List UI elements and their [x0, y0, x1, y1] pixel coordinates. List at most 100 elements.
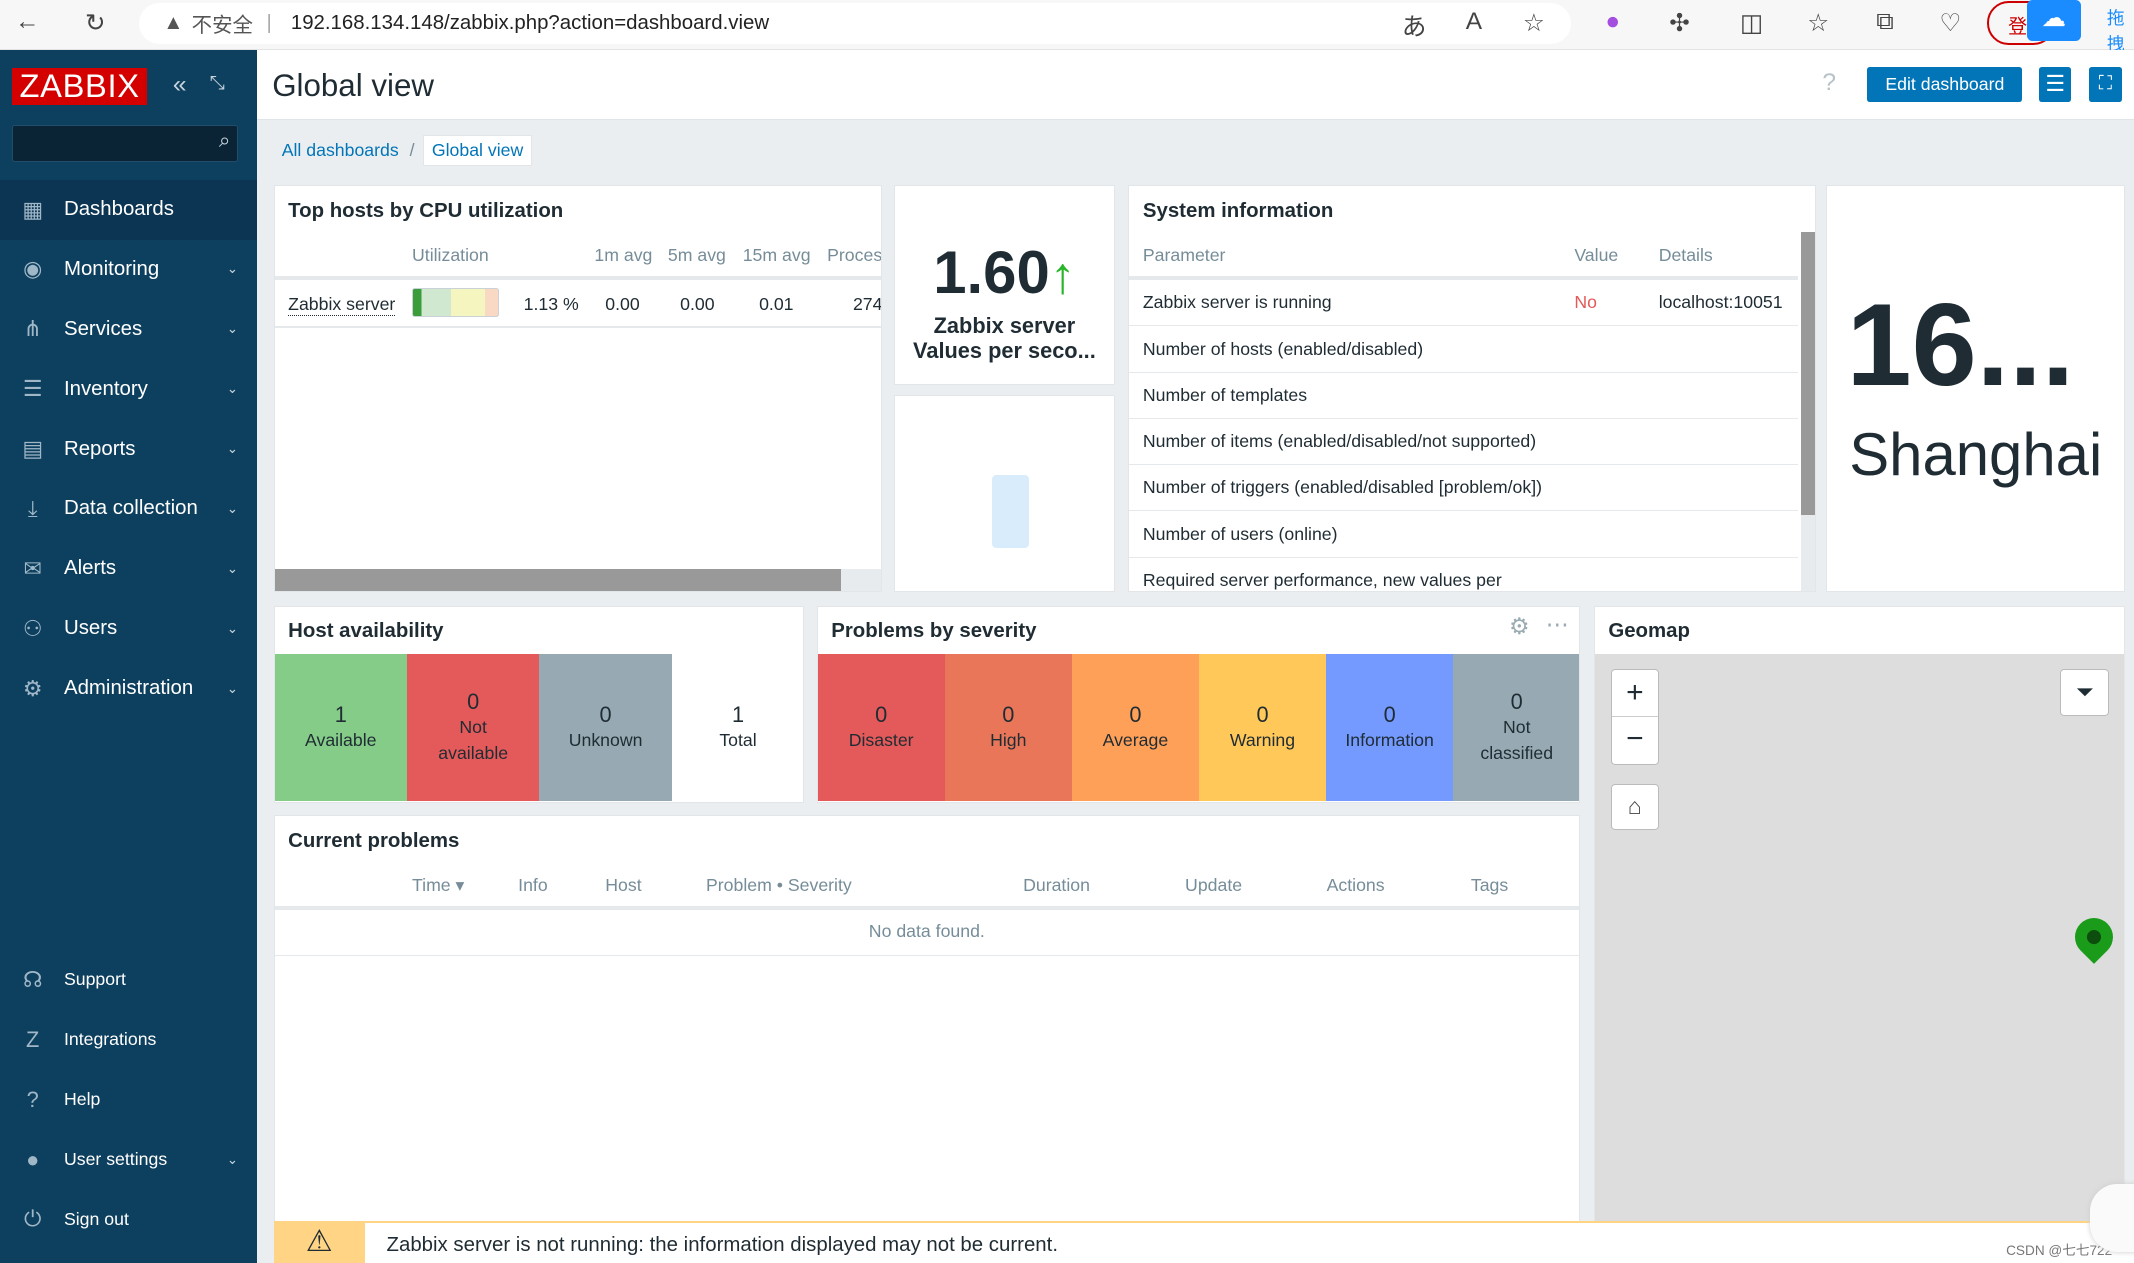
- label: Warning: [1229, 729, 1296, 750]
- home-icon[interactable]: ⌂: [1611, 783, 1659, 830]
- horizontal-scrollbar[interactable]: [274, 568, 881, 592]
- column-header: Update: [1185, 874, 1243, 895]
- extensions-icon[interactable]: ✣: [1663, 8, 1696, 38]
- map-canvas[interactable]: [1594, 654, 2124, 1263]
- nav-label: Monitoring: [63, 257, 160, 280]
- gear-icon[interactable]: ⚙: [1509, 613, 1530, 640]
- severity-cell[interactable]: 0 Disaster: [817, 654, 945, 802]
- search-icon[interactable]: ⌕: [219, 130, 230, 153]
- sidebar-item-integrations[interactable]: Z Integrations: [0, 1010, 257, 1070]
- read-aloud-icon[interactable]: A: [1458, 8, 1491, 36]
- label: High: [990, 729, 1027, 750]
- zoom-controls: + −: [1611, 669, 1659, 765]
- collections-icon[interactable]: ⧉: [1869, 8, 1902, 36]
- severity-cell[interactable]: 0 Not available: [406, 654, 540, 802]
- translate-icon[interactable]: あ: [1398, 8, 1431, 43]
- sidebar-item-dashboards[interactable]: ▦ Dashboards: [0, 179, 258, 240]
- url-text[interactable]: 192.168.134.148/zabbix.php?action=dashbo…: [291, 12, 769, 35]
- zabbix-logo[interactable]: ZABBIX: [12, 67, 147, 105]
- column-header-time[interactable]: Time ▾: [412, 875, 464, 896]
- breadcrumb-current[interactable]: Global view: [422, 134, 533, 166]
- clock-city: Shanghai: [1849, 421, 2103, 489]
- value-cell: No: [1574, 292, 1597, 313]
- sidebar-item-data-collection[interactable]: ⤓ Data collection ⌄: [0, 479, 257, 539]
- label: Unknown: [568, 729, 643, 750]
- zoom-in-button[interactable]: +: [1612, 670, 1658, 717]
- sidebar-item-administration[interactable]: ⚙ Administration ⌄: [0, 659, 257, 719]
- count: 0: [599, 701, 612, 727]
- copilot-sidebar-icon[interactable]: [2090, 1184, 2134, 1253]
- severity-cell[interactable]: 0 Information: [1326, 654, 1454, 802]
- severity-cell[interactable]: 0 High: [944, 654, 1072, 802]
- warning-icon: ⚠: [273, 1222, 365, 1263]
- chevron-down-icon: ⌄: [226, 321, 239, 337]
- table-row: Required server performance, new values …: [1129, 558, 1798, 591]
- sidebar-item-sign-out[interactable]: ⏻ Sign out: [0, 1190, 257, 1250]
- table-row: Number of items (enabled/disabled/not su…: [1129, 419, 1799, 466]
- item-host: Zabbix server: [933, 313, 1076, 339]
- sidebar-item-support[interactable]: ☊ Support: [0, 950, 257, 1010]
- favorites-icon[interactable]: ☆: [1802, 8, 1835, 38]
- more-icon[interactable]: ⋯: [1546, 611, 1569, 638]
- widget-title: Geomap: [1608, 620, 1690, 643]
- menu-icon[interactable]: ☰: [2038, 66, 2072, 103]
- sidebar-item-help[interactable]: ? Help: [0, 1070, 257, 1130]
- gear-icon: ⚙: [22, 675, 43, 701]
- drag-label[interactable]: 拖拽: [2107, 4, 2134, 56]
- item-value-widget: 1.60↑ Zabbix server Values per seco...: [894, 185, 1115, 386]
- parameter-cell: Number of hosts (enabled/disabled): [1142, 338, 1424, 359]
- reload-icon[interactable]: ↻: [79, 8, 112, 38]
- split-screen-icon[interactable]: ◫: [1735, 8, 1768, 38]
- sidebar-search-input[interactable]: ⌕: [12, 125, 239, 162]
- copilot-icon[interactable]: ●: [1596, 8, 1629, 36]
- help-icon[interactable]: ?: [1822, 69, 1836, 97]
- chevron-down-icon: ⌄: [226, 620, 239, 636]
- sidebar-item-monitoring[interactable]: ◉ Monitoring ⌄: [0, 240, 257, 300]
- column-header: Actions: [1326, 874, 1385, 895]
- power-icon: ⏻: [24, 1206, 42, 1232]
- parameter-cell: Number of users (online): [1142, 523, 1338, 544]
- label: Disaster: [848, 729, 914, 750]
- problems-by-severity-widget: Problems by severity ⚙ ⋯ 0 Disaster 0 Hi…: [816, 605, 1581, 803]
- severity-cell[interactable]: 1 Total: [671, 654, 804, 802]
- widget-title: Top hosts by CPU utilization: [288, 199, 564, 222]
- severity-cell[interactable]: 0 Not classified: [1453, 654, 1580, 802]
- parameter-cell: Number of triggers (enabled/disabled [pr…: [1142, 477, 1543, 498]
- zoom-out-button[interactable]: −: [1612, 717, 1658, 763]
- breadcrumb-all-dashboards[interactable]: All dashboards: [274, 140, 407, 161]
- report-icon: ▤: [22, 436, 43, 462]
- widget-title: Current problems: [288, 829, 460, 852]
- filter-icon[interactable]: ⏷: [2060, 669, 2110, 716]
- item-value: 1.60: [933, 239, 1050, 307]
- favorite-star-icon[interactable]: ☆: [1518, 8, 1551, 38]
- vertical-scrollbar[interactable]: [1800, 232, 1815, 592]
- cloud-icon[interactable]: ☁: [2026, 0, 2081, 41]
- address-bar[interactable]: ▲ 不安全 | 192.168.134.148/zabbix.php?actio…: [138, 2, 1571, 44]
- top-hosts-widget: Top hosts by CPU utilization Utilization…: [273, 185, 882, 593]
- sidebar-item-services[interactable]: ⋔ Services ⌄: [0, 299, 257, 359]
- fullscreen-icon[interactable]: ⛶: [2089, 66, 2122, 103]
- browser-toolbar: ← ↻ ▲ 不安全 | 192.168.134.148/zabbix.php?a…: [0, 0, 2134, 54]
- label: Information: [1345, 729, 1434, 750]
- kiosk-icon[interactable]: ⤡: [210, 73, 225, 95]
- host-link[interactable]: Zabbix server: [288, 294, 396, 316]
- severity-cell[interactable]: 0 Warning: [1198, 654, 1327, 802]
- sidebar-item-users[interactable]: ⚇ Users ⌄: [0, 599, 257, 659]
- severity-cell[interactable]: 1 Available: [274, 654, 407, 802]
- severity-cell[interactable]: 0 Average: [1071, 654, 1199, 802]
- sidebar-item-user-settings[interactable]: ● User settings ⌄: [0, 1130, 257, 1190]
- back-icon[interactable]: ←: [11, 8, 44, 36]
- column-header: Host: [605, 874, 642, 895]
- edit-dashboard-button[interactable]: Edit dashboard: [1867, 66, 2023, 103]
- server-not-running-notice: ⚠ Zabbix server is not running: the info…: [273, 1220, 2134, 1263]
- health-icon[interactable]: ♡: [1934, 8, 1967, 38]
- nav-label: Users: [63, 617, 118, 640]
- collapse-sidebar-icon[interactable]: «: [173, 71, 187, 99]
- sidebar-item-alerts[interactable]: ✉ Alerts ⌄: [0, 539, 257, 599]
- column-header: Details: [1658, 244, 1713, 265]
- sidebar-item-reports[interactable]: ▤ Reports ⌄: [0, 419, 257, 479]
- table-row: Number of users (online): [1129, 511, 1799, 558]
- dashboard-icon: ▦: [22, 196, 43, 222]
- sidebar-item-inventory[interactable]: ☰ Inventory ⌄: [0, 359, 257, 419]
- severity-cell[interactable]: 0 Unknown: [539, 654, 672, 802]
